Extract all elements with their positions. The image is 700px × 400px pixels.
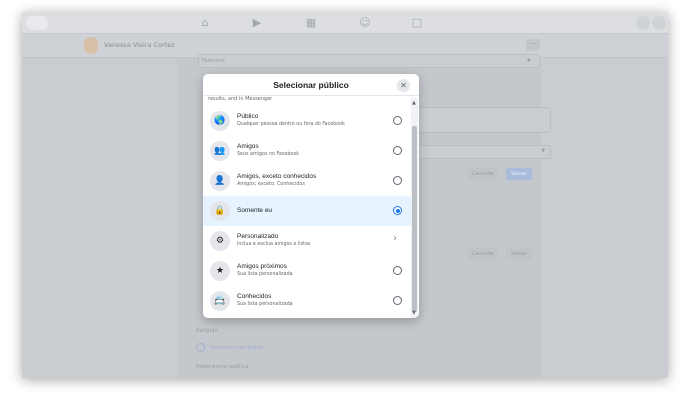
save-button-2[interactable]: Salvar [506,248,532,260]
option-title: Amigos próximos [237,263,287,270]
option-subtitle: Amigos; exceto: Conhecidos [237,182,305,187]
cancel-button-2[interactable]: Cancelar [468,248,499,260]
option-subtitle: Seus amigos no Facebook [237,152,300,157]
option-acquaintances[interactable]: 📇 Conhecidos Sua lista personalizada [203,286,411,316]
home-icon[interactable]: ⌂ [198,16,212,30]
chevron-down-icon: ▼ [541,148,545,154]
close-icon[interactable]: ✕ [397,79,410,92]
lock-icon: 🔒 [210,201,230,221]
option-subtitle: Inclua e exclua amigos e listas [237,242,311,247]
dialog-header: Selecionar público ✕ [203,74,419,96]
add-icon[interactable] [196,343,205,352]
profile-name[interactable]: Vanessa Vieira Cortez [104,41,175,49]
option-close-friends[interactable]: ★ Amigos próximos Sua lista personalizad… [203,256,411,286]
option-title: Personalizado [237,233,279,240]
acquaintances-icon: 📇 [210,291,230,311]
avatar[interactable] [84,37,98,54]
gear-icon: ⚙ [210,231,230,251]
menu-grid-icon[interactable] [636,16,650,30]
star-icon: ★ [210,261,230,281]
option-friends[interactable]: 👥 Amigos Seus amigos no Facebook [203,136,411,166]
option-title: Amigos, exceto conhecidos [237,173,317,180]
notifications-icon[interactable] [652,16,666,30]
radio-only-me[interactable] [393,206,402,215]
gender-select-value: Feminino [202,58,225,64]
radio-public[interactable] [393,116,402,125]
globe-icon: 🌎 [210,111,230,131]
watch-icon[interactable]: ▶ [250,16,264,30]
gender-select-background [198,54,540,68]
clipped-description: results, and in Messenger [208,96,273,102]
scroll-up-arrow-icon[interactable]: ▲ [412,100,416,106]
political-heading: Preferência política [196,364,249,370]
option-public[interactable]: 🌎 Público Qualquer pessoa dentro ou fora… [203,106,411,136]
scrollbar-thumb[interactable] [412,126,417,312]
option-subtitle: Qualquer pessoa dentro ou fora do Facebo… [237,122,345,127]
option-custom[interactable]: ⚙ Personalizado Inclua e exclua amigos e… [203,226,411,256]
add-religion-link[interactable]: Adicionar sua religião [210,345,264,351]
option-title: Conhecidos [237,293,272,300]
option-title: Somente eu [237,207,273,214]
gaming-icon[interactable]: □ [410,16,424,30]
marketplace-icon[interactable]: ▦ [304,16,318,30]
chevron-down-icon: ▼ [527,58,531,64]
friends-except-icon: 👤 [210,171,230,191]
more-options-button[interactable]: ··· [526,39,540,51]
radio-friends-except[interactable] [393,176,402,185]
cancel-button[interactable]: Cancelar [468,168,499,180]
save-button[interactable]: Salvar [506,168,532,180]
text-input-background [417,107,551,133]
scroll-down-arrow-icon[interactable]: ▼ [412,310,416,316]
option-subtitle: Sua lista personalizada [237,302,293,307]
chevron-right-icon[interactable]: › [393,233,397,244]
option-friends-except[interactable]: 👤 Amigos, exceto conhecidos Amigos; exce… [203,166,411,196]
option-subtitle: Sua lista personalizada [237,272,293,277]
radio-close-friends[interactable] [393,266,402,275]
dialog-title: Selecionar público [273,80,349,90]
select-background: ▼ [417,145,551,159]
option-title: Amigos [237,143,259,150]
radio-acquaintances[interactable] [393,296,402,305]
top-navigation-bar: ⌂ ▶ ▦ ☺ □ [22,12,668,34]
search-pill[interactable] [26,16,48,30]
groups-icon[interactable]: ☺ [358,16,372,30]
radio-friends[interactable] [393,146,402,155]
select-audience-dialog: Selecionar público ✕ results, and in Mes… [203,74,419,318]
option-title: Público [237,113,259,120]
religion-heading: Religião [196,328,218,334]
option-only-me[interactable]: 🔒 Somente eu [203,196,411,226]
friends-icon: 👥 [210,141,230,161]
